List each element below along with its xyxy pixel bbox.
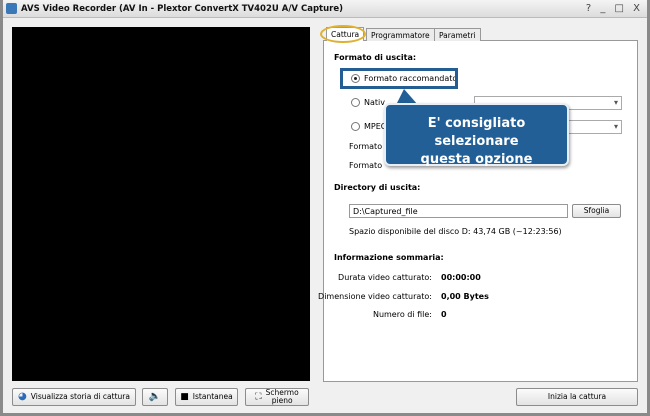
file-count-label: Numero di file: xyxy=(372,310,432,319)
start-capture-button[interactable]: Inizia la cattura xyxy=(516,388,638,406)
window-controls[interactable]: ? _ □ X xyxy=(586,3,643,14)
radio-native[interactable] xyxy=(351,98,360,107)
format-label-1: Formato xyxy=(349,142,383,151)
directory-input[interactable]: D:\Captured_file xyxy=(349,204,568,218)
view-history-button[interactable]: ◕ Visualizza storia di cattura xyxy=(12,388,136,406)
video-preview xyxy=(12,27,310,381)
duration-value: 00:00:00 xyxy=(441,273,481,282)
option-native-label: Nativ xyxy=(364,98,385,107)
directory-heading: Directory di uscita: xyxy=(334,183,421,192)
size-label: Dimensione video catturato: xyxy=(318,292,432,301)
duration-label: Durata video catturato: xyxy=(338,273,432,282)
speaker-icon: 🔈 xyxy=(148,391,162,402)
snapshot-label: Istantanea xyxy=(192,392,233,401)
file-count-value: 0 xyxy=(441,310,447,319)
callout-line-1: E' consigliato selezionare xyxy=(427,116,526,149)
snapshot-button[interactable]: ■ Istantanea xyxy=(175,388,238,406)
tooltip-callout: E' consigliato selezionare questa opzion… xyxy=(384,103,569,167)
tab-programmatore[interactable]: Programmatore xyxy=(366,28,435,41)
browse-button[interactable]: Sfoglia xyxy=(572,204,621,218)
tab-parametri[interactable]: Parametri xyxy=(434,28,481,41)
volume-button[interactable]: 🔈 xyxy=(142,388,168,406)
format-label-2: Formato xyxy=(349,161,383,170)
fullscreen-label-line-2: pieno xyxy=(271,396,293,405)
fullscreen-label: Schermo pieno xyxy=(266,389,299,405)
title-bar: AVS Video Recorder (AV In - Plextor Conv… xyxy=(3,0,647,18)
output-format-heading: Formato di uscita: xyxy=(334,53,417,62)
history-icon: ◕ xyxy=(18,391,27,402)
camera-icon: ■ xyxy=(180,392,189,402)
callout-line-2: questa opzione xyxy=(420,152,533,167)
size-value: 0,00 Bytes xyxy=(441,292,489,301)
highlight-box xyxy=(340,68,458,89)
summary-heading: Informazione sommaria: xyxy=(334,253,444,262)
fullscreen-button[interactable]: ⛶ Schermo pieno xyxy=(245,388,309,406)
radio-mpeg[interactable] xyxy=(351,122,360,131)
window-title: AVS Video Recorder (AV In - Plextor Conv… xyxy=(21,4,343,14)
highlight-circle xyxy=(320,25,366,43)
capture-panel: Formato di uscita: Formato raccomandato … xyxy=(318,40,638,382)
free-space-text: Spazio disponibile del disco D: 43,74 GB… xyxy=(349,227,562,236)
fullscreen-icon: ⛶ xyxy=(255,392,262,402)
view-history-label: Visualizza storia di cattura xyxy=(30,392,130,401)
app-icon xyxy=(6,3,17,14)
